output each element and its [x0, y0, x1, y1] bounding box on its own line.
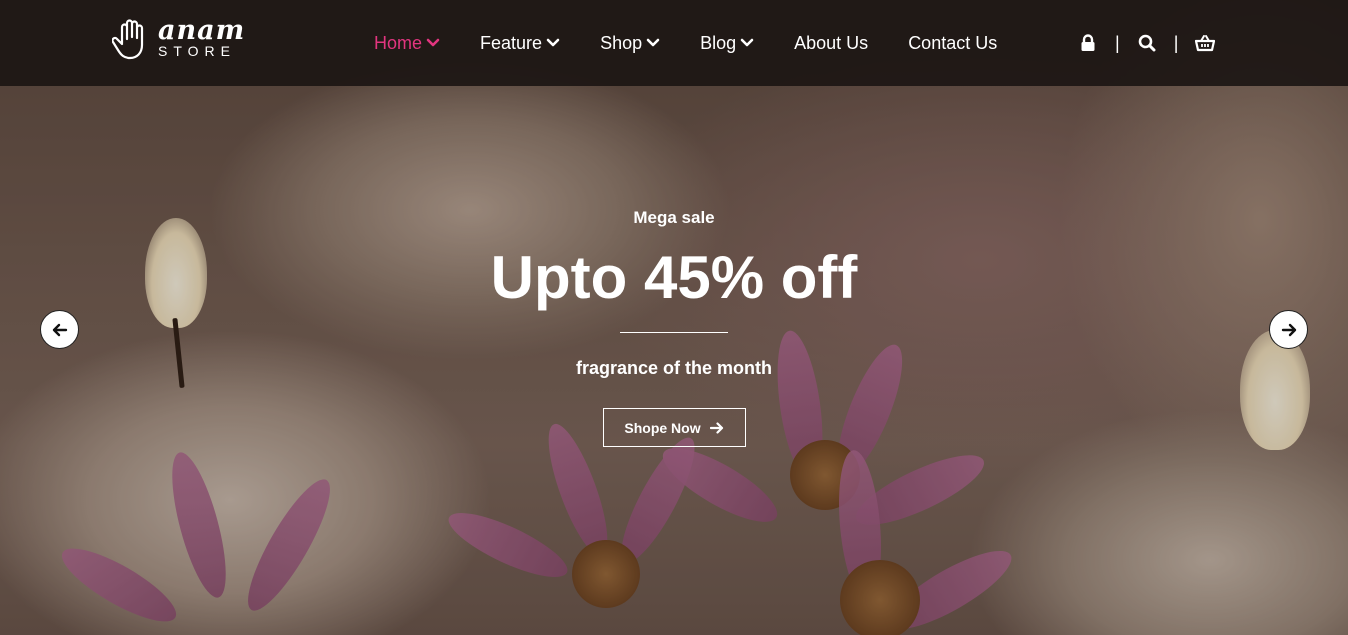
arrow-right-icon — [1281, 323, 1296, 336]
nav-item-shop[interactable]: Shop — [600, 33, 660, 54]
lock-icon[interactable] — [1078, 33, 1098, 53]
chevron-down-icon — [646, 38, 660, 47]
nav-label: Shop — [600, 32, 643, 53]
main-nav: Home Feature Shop Blog About Us Contact … — [374, 30, 997, 56]
tool-separator: | — [1173, 33, 1179, 53]
arrow-right-icon — [709, 421, 723, 434]
header-tools: | | — [1078, 31, 1216, 55]
arrow-left-icon — [52, 323, 67, 336]
site-header: anam STORE Home Feature Shop Blog About … — [0, 0, 1348, 86]
slider-next-button[interactable] — [1269, 310, 1308, 349]
tool-separator: | — [1115, 33, 1120, 53]
brand-logo[interactable]: anam STORE — [112, 16, 252, 62]
chevron-down-icon — [546, 38, 560, 47]
nav-label: Feature — [480, 32, 543, 53]
basket-icon[interactable] — [1195, 33, 1216, 53]
shop-now-button[interactable]: Shope Now — [602, 408, 746, 447]
slide-headline: Upto 45% off — [490, 244, 858, 311]
search-icon[interactable] — [1137, 33, 1157, 53]
nav-item-blog[interactable]: Blog — [700, 33, 754, 54]
brand-sub: STORE — [158, 43, 236, 59]
chevron-down-icon — [426, 38, 440, 47]
slide-content: Mega sale Upto 45% off fragrance of the … — [374, 205, 974, 447]
shop-now-label: Shope Now — [624, 419, 701, 436]
nav-label: Home — [374, 32, 423, 53]
slide-tagline: fragrance of the month — [575, 358, 772, 378]
nav-item-about-us[interactable]: About Us — [794, 33, 868, 54]
nav-item-home[interactable]: Home — [374, 33, 440, 54]
nav-item-contact-us[interactable]: Contact Us — [908, 33, 997, 54]
chevron-down-icon — [740, 38, 754, 47]
brand-name: anam — [158, 15, 246, 46]
slider-prev-button[interactable] — [40, 310, 79, 349]
nav-label: Contact Us — [908, 32, 998, 53]
slide-eyebrow: Mega sale — [633, 208, 715, 227]
nav-item-feature[interactable]: Feature — [480, 33, 560, 54]
nav-label: Blog — [700, 32, 737, 53]
nav-label: About Us — [794, 32, 869, 53]
hand-logo-icon — [112, 19, 144, 60]
brand-text: anam STORE — [158, 15, 246, 59]
slide-divider — [620, 332, 728, 333]
